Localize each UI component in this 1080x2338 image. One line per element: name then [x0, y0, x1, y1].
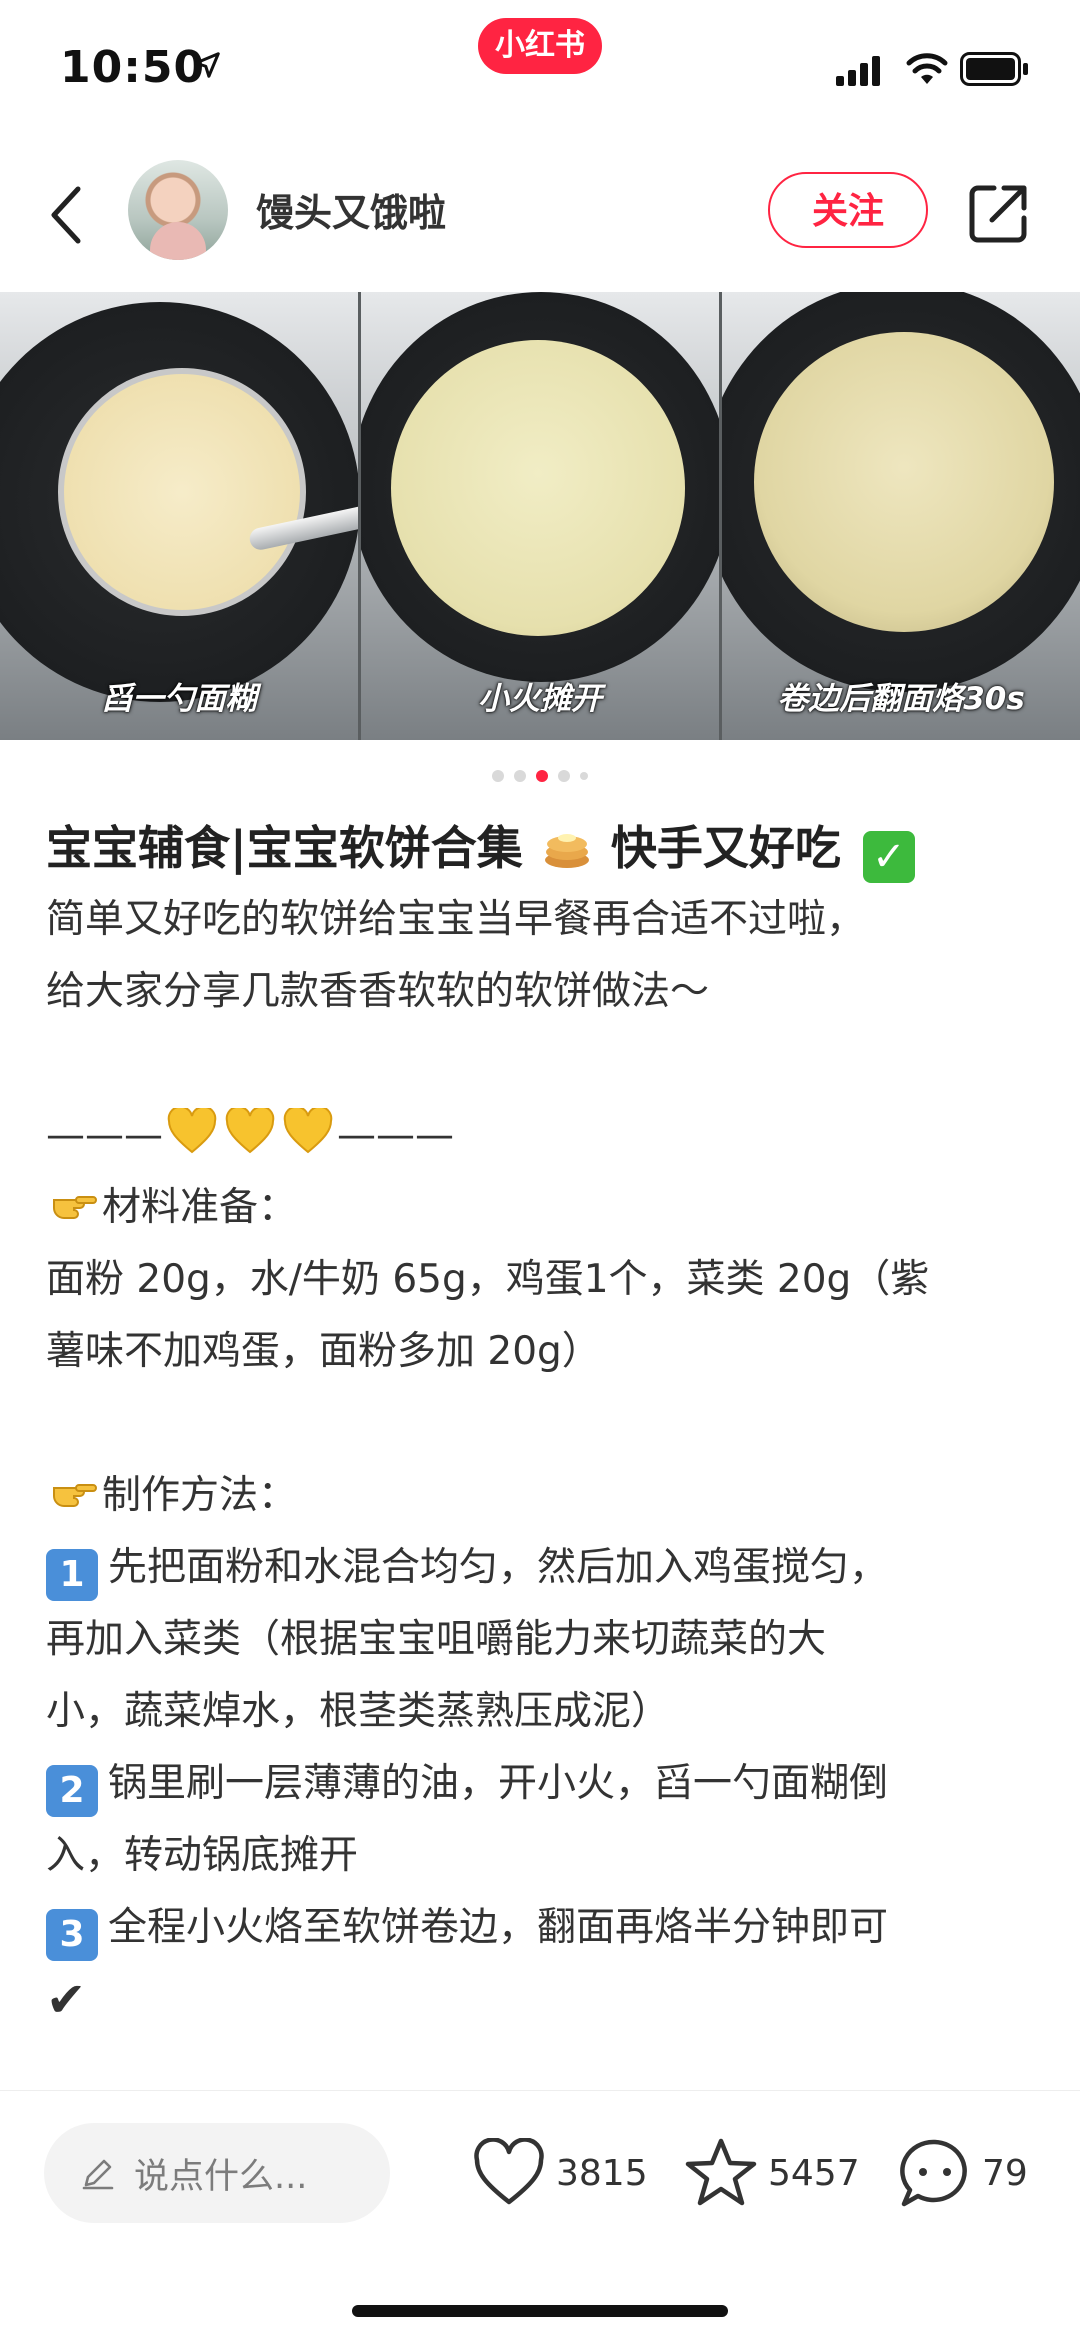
back-button[interactable]	[48, 180, 88, 250]
carousel-image-1: 舀一勺面糊	[0, 292, 358, 740]
batter-image	[58, 368, 306, 616]
note-title-text: 宝宝辅食|宝宝软饼合集	[46, 821, 523, 875]
share-icon[interactable]	[968, 182, 1030, 244]
pointing-hand-icon	[53, 1196, 97, 1219]
materials-heading-line: 材料准备：	[46, 1172, 1046, 1244]
image-carousel[interactable]: 舀一勺面糊 小火摊开 卷边后翻面烙30s	[0, 292, 1080, 740]
divider-line: ——— ———	[46, 1100, 1046, 1172]
home-indicator[interactable]	[352, 2305, 728, 2317]
step-1-text: 先把面粉和水混合均匀，然后加入鸡蛋搅匀，	[108, 1545, 889, 1590]
body-line: 薯味不加鸡蛋，面粉多加 20g）	[46, 1329, 601, 1374]
method-heading-line: 制作方法：	[46, 1460, 1046, 1532]
note-body: 简单又好吃的软饼给宝宝当早餐再合适不过啦， 给大家分享几款香香软软的软饼做法～ …	[46, 884, 1046, 2036]
carousel-image-3: 卷边后翻面烙30s	[722, 292, 1080, 740]
page-dot	[558, 770, 570, 782]
comment-button[interactable]: 79	[898, 2133, 1028, 2213]
cellular-signal-icon	[836, 56, 880, 86]
note-header: 馒头又饿啦 关注	[0, 150, 1080, 290]
like-button[interactable]: 3815	[472, 2133, 648, 2213]
yellow-heart-icon	[283, 1108, 333, 1154]
body-line: 面粉 20g，水/牛奶 65g，鸡蛋1个，菜类 20g（紫	[46, 1257, 930, 1302]
chevron-left-icon	[51, 186, 81, 244]
bottom-action-bar: 说点什么... 3815 5457 79	[0, 2090, 1080, 2338]
page-dot	[492, 770, 504, 782]
divider-dash: ———	[46, 1113, 163, 1158]
step-1-line: 1 先把面粉和水混合均匀，然后加入鸡蛋搅匀，	[46, 1532, 1046, 1604]
status-bar: 10:50 小红书	[0, 0, 1080, 140]
note-title: 宝宝辅食|宝宝软饼合集 快手又好吃 ✓	[46, 812, 1046, 884]
step-3-badge: 3	[46, 1909, 98, 1961]
follow-button[interactable]: 关注	[768, 172, 928, 248]
page-dot	[580, 772, 588, 780]
body-line: 入，转动锅底摊开	[46, 1833, 359, 1878]
brand-badge: 小红书	[478, 18, 602, 74]
heart-icon	[474, 2138, 544, 2205]
body-line: 小，蔬菜焯水，根茎类蒸熟压成泥）	[46, 1689, 671, 1734]
body-line: 再加入菜类（根据宝宝咀嚼能力来切蔬菜的大	[46, 1617, 827, 1662]
body-line: 简单又好吃的软饼给宝宝当早餐再合适不过啦，	[46, 897, 866, 942]
comment-input[interactable]: 说点什么...	[44, 2123, 390, 2223]
step-2-text: 锅里刷一层薄薄的油，开小火，舀一勺面糊倒	[108, 1761, 889, 1806]
body-line: 给大家分享几款香香软软的软饼做法～	[46, 969, 710, 1014]
carousel-caption-3: 卷边后翻面烙30s	[777, 681, 1025, 717]
comment-bubble-icon	[900, 2139, 967, 2207]
collect-button[interactable]: 5457	[684, 2133, 860, 2213]
page-dot	[514, 770, 526, 782]
carousel-caption-1: 舀一勺面糊	[101, 681, 257, 717]
comment-placeholder: 说点什么...	[134, 2156, 308, 2197]
carousel-image-2: 小火摊开	[361, 292, 719, 740]
star-icon	[685, 2138, 757, 2206]
step-3-line: 3 全程小火烙至软饼卷边，翻面再烙半分钟即可	[46, 1892, 1046, 1964]
carousel-page-indicator	[0, 766, 1080, 786]
carousel-caption-2: 小火摊开	[478, 681, 602, 717]
collect-count: 5457	[768, 2152, 860, 2194]
batter-image	[391, 340, 685, 636]
step-2-line: 2 锅里刷一层薄薄的油，开小火，舀一勺面糊倒	[46, 1748, 1046, 1820]
materials-heading: 材料准备：	[102, 1185, 298, 1230]
author-avatar[interactable]	[128, 160, 228, 260]
yellow-heart-icon	[167, 1108, 217, 1154]
wifi-icon	[906, 53, 948, 84]
like-count: 3815	[556, 2152, 648, 2194]
yellow-heart-icon	[225, 1108, 275, 1154]
step-2-badge: 2	[46, 1765, 98, 1817]
pancake-emoji-icon	[544, 834, 589, 868]
author-name[interactable]: 馒头又饿啦	[256, 182, 446, 237]
method-heading: 制作方法：	[102, 1473, 298, 1518]
comment-count: 79	[982, 2152, 1028, 2194]
note-content: 宝宝辅食|宝宝软饼合集 快手又好吃 ✓ 简单又好吃的软饼给宝宝当早餐再合适不过啦…	[46, 812, 1046, 2036]
divider-dash: ———	[337, 1113, 454, 1158]
note-title-suffix: 快手又好吃	[610, 821, 841, 875]
battery-icon	[960, 52, 1028, 86]
check-mark-icon: ✓	[862, 831, 915, 883]
pencil-icon	[82, 2159, 114, 2190]
pointing-hand-icon	[53, 1484, 97, 1507]
location-arrow-icon	[194, 52, 220, 78]
step-1-badge: 1	[46, 1549, 98, 1601]
step-3-text: 全程小火烙至软饼卷边，翻面再烙半分钟即可	[108, 1905, 889, 1950]
status-time: 10:50	[60, 42, 206, 93]
pancake-image	[754, 332, 1054, 632]
check-line: ✔	[46, 1972, 87, 2028]
page-dot-active	[536, 770, 548, 782]
